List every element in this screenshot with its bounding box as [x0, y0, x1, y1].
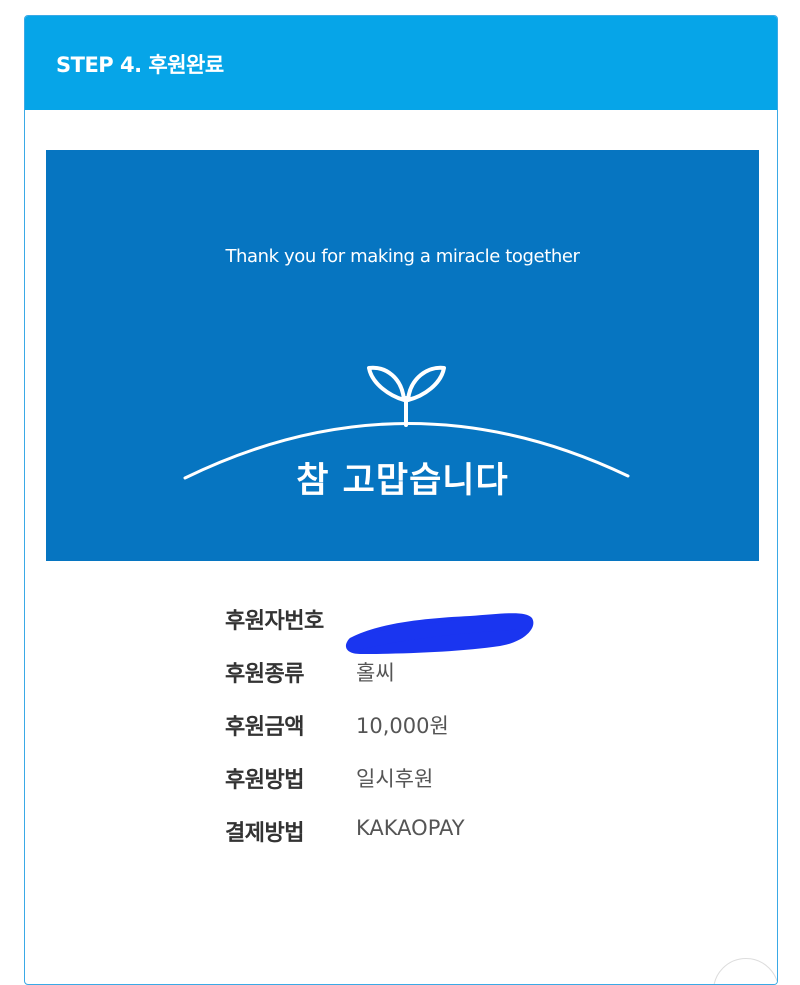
donation-method-label: 후원방법	[225, 768, 304, 793]
step-title: STEP 4. 후원완료	[56, 53, 224, 77]
donor-number-label: 후원자번호	[225, 609, 324, 634]
donation-type-label: 후원종류	[225, 662, 304, 687]
donation-amount-label: 후원금액	[225, 715, 304, 740]
payment-method-label: 결제방법	[225, 821, 304, 846]
payment-method-value: KAKAOPAY	[356, 816, 465, 840]
donation-amount-value: 10,000원	[356, 714, 449, 738]
redaction-scribble	[345, 613, 534, 654]
sprout-icon	[367, 365, 446, 427]
step-header: STEP 4. 후원완료	[25, 16, 777, 110]
donation-method-value: 일시후원	[356, 767, 434, 791]
banner-message-ko: 참 고맙습니다	[296, 461, 509, 501]
thank-you-banner: Thank you for making a miracle together …	[46, 150, 759, 561]
